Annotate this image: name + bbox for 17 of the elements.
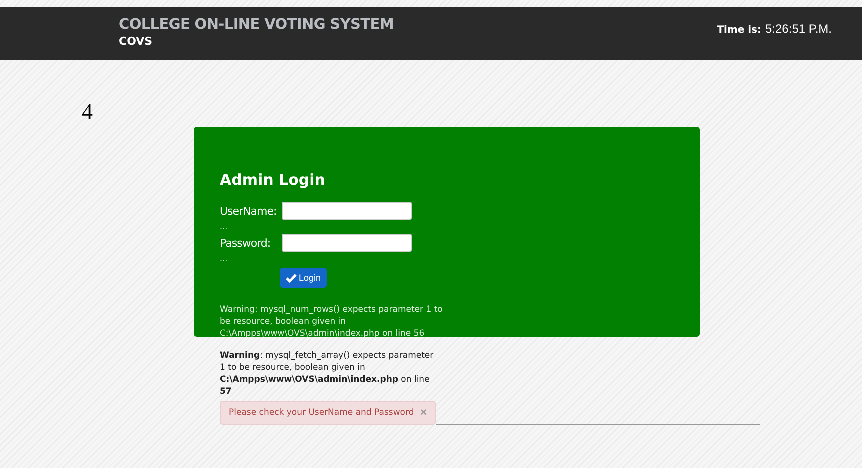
login-button[interactable]: Login (280, 268, 328, 288)
alert-message: Please check your UserName and Password (229, 408, 414, 418)
field-label: UserName: (220, 204, 276, 218)
input-field[interactable] (282, 234, 412, 252)
field-label: Password: (220, 236, 272, 250)
field-note: ... (220, 221, 229, 233)
site-title: COLLEGE ON-LINE VOTING SYSTEM (119, 17, 394, 33)
warning-message: Warning: mysql_fetch_array() expects parameter 1 to be resource, boolean given in C:\Ampps\www\OVS\admin\index.php on line 57 (220, 350, 435, 398)
time-label: Time is: (717, 25, 762, 36)
check-icon (286, 274, 297, 282)
field-note: ... (220, 253, 229, 265)
input-field[interactable] (282, 202, 412, 220)
login-title: Admin Login (220, 171, 326, 189)
site-abbreviation: COVS (119, 35, 154, 48)
warning-message: Warning: mysql_num_rows() expects parameter 1 to be resource, boolean given in C:\Ampps\www\OVS\admin\index.php on line 56 (220, 304, 444, 340)
handwritten-mark: 4 (82, 98, 94, 126)
time-value: 5:26:51 P.M. (766, 22, 832, 36)
